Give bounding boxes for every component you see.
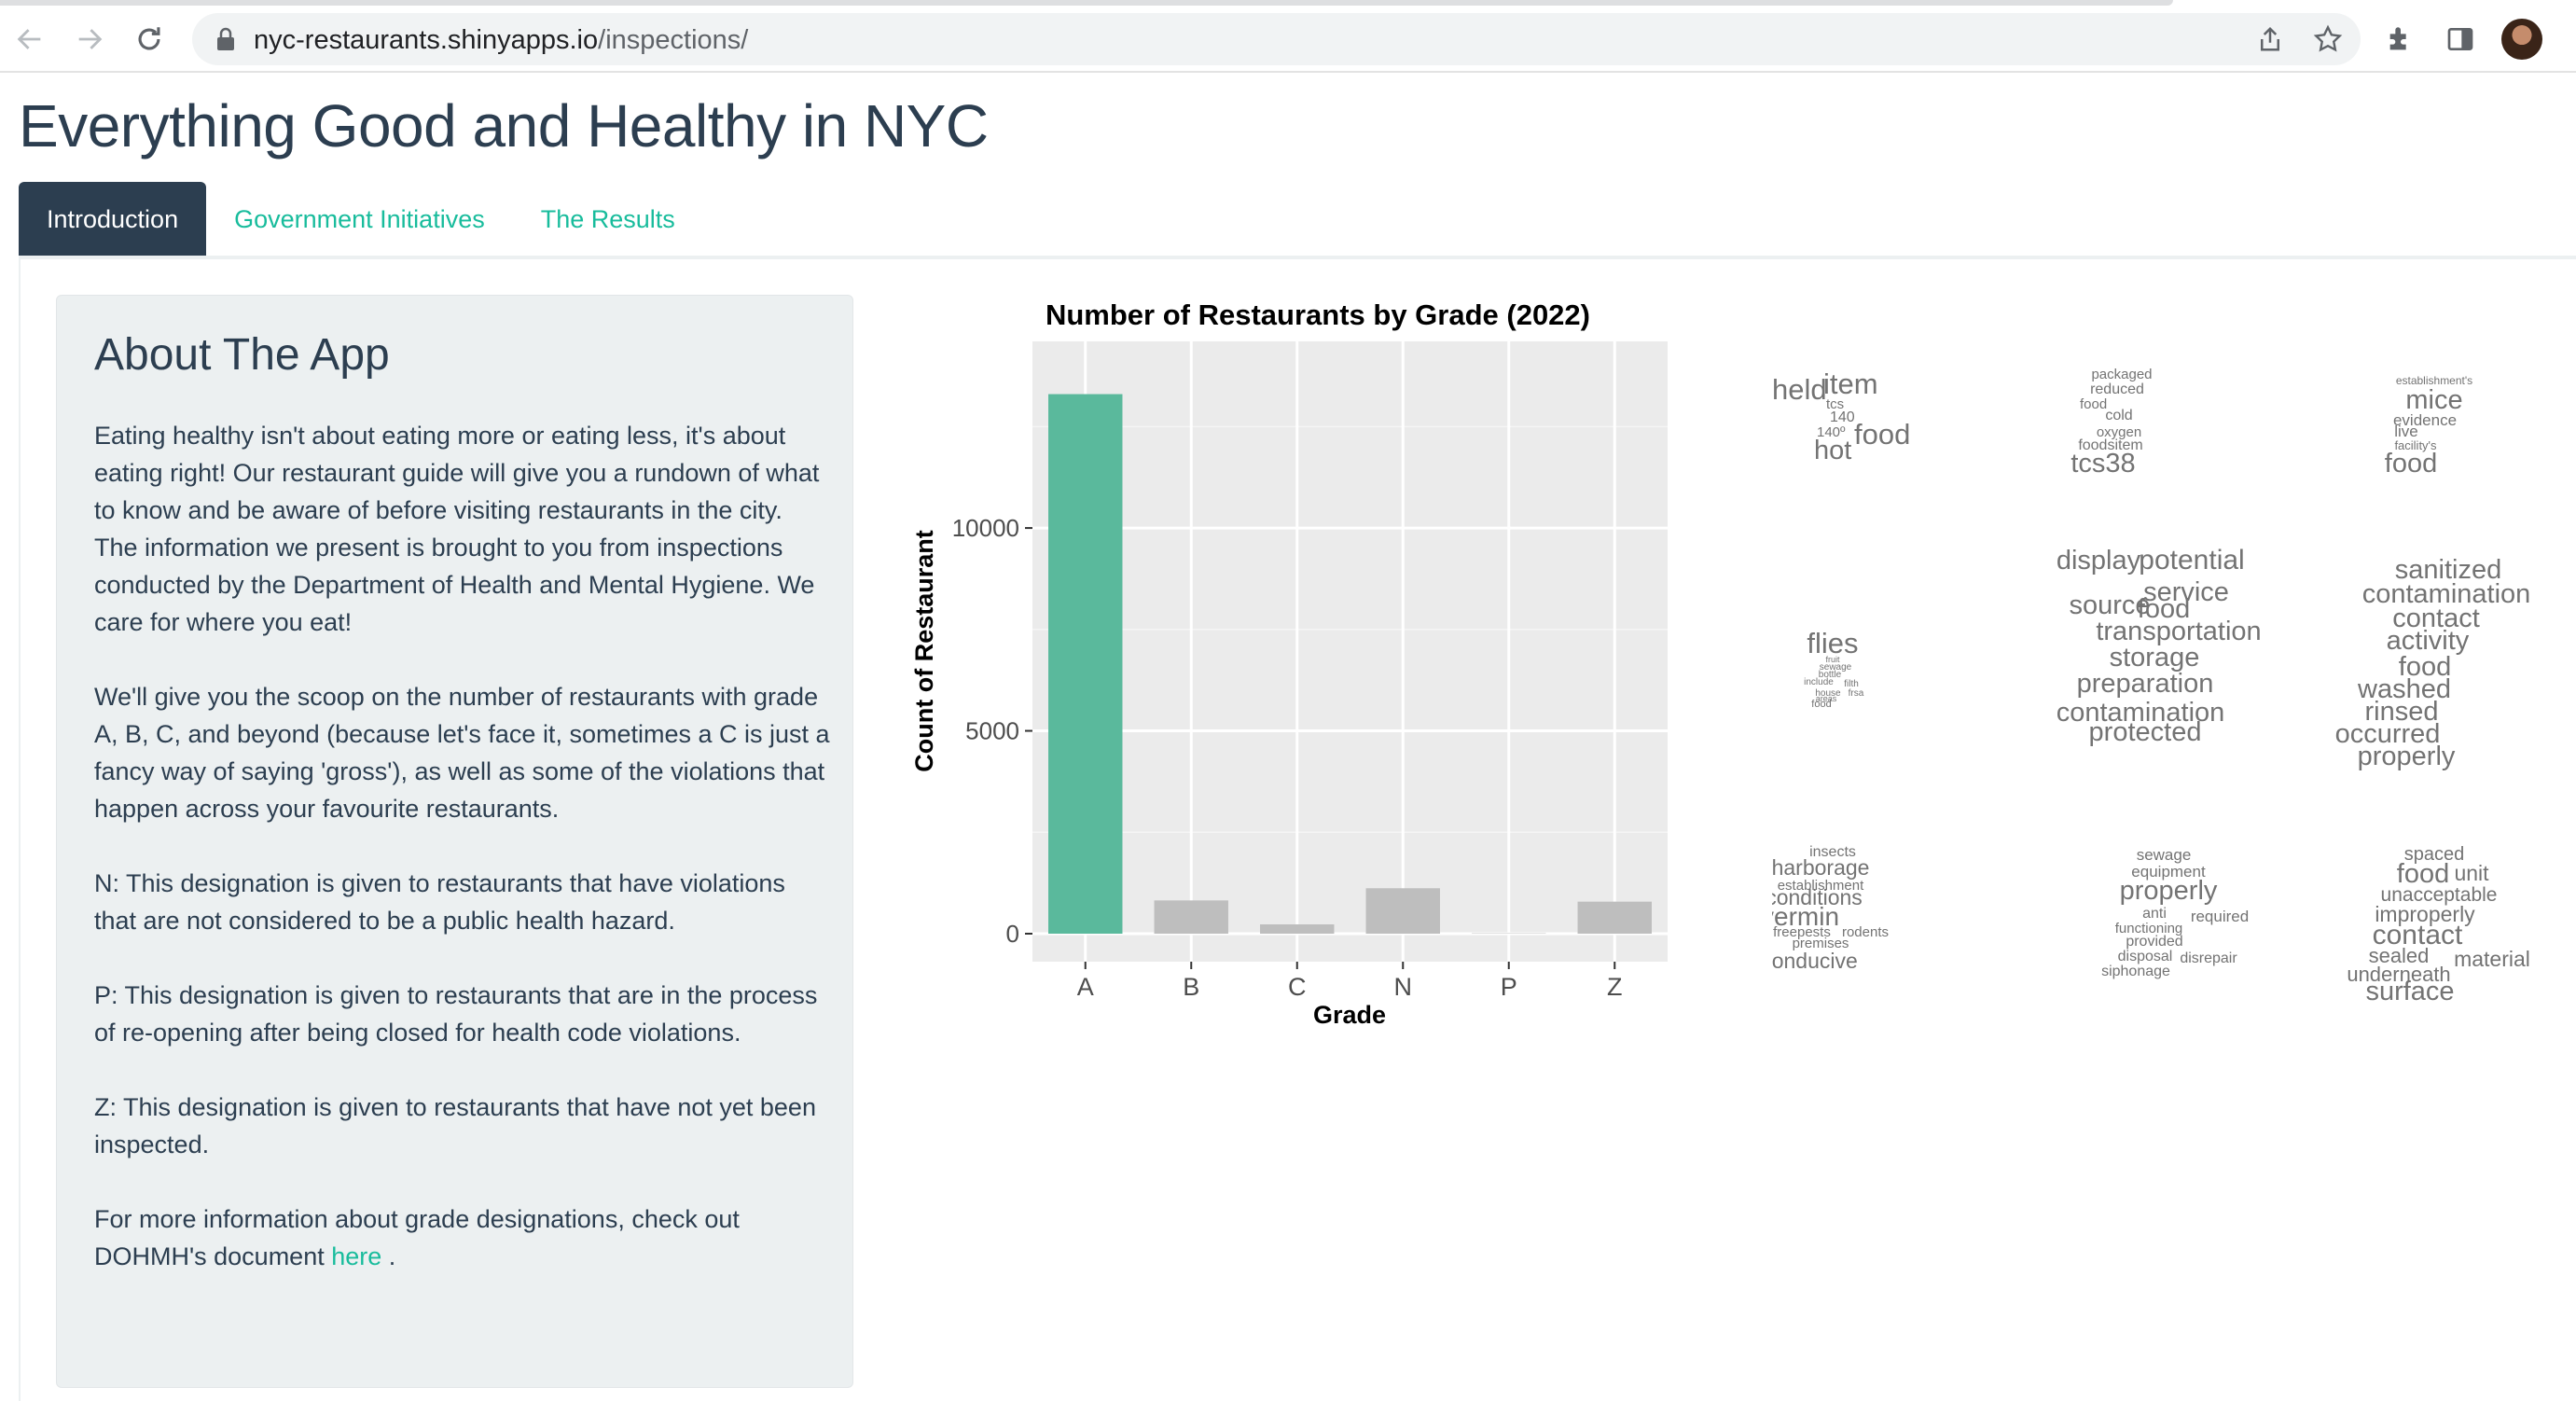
word-cloud-word: reduced — [2090, 381, 2144, 397]
word-cloud-word: potential — [2139, 545, 2244, 576]
y-tick-label: 0 — [1006, 920, 1019, 948]
word-cloud-word: 140 — [1830, 409, 1855, 425]
tab-strip — [0, 0, 2173, 6]
tab-the-results[interactable]: The Results — [513, 182, 703, 257]
reload-icon[interactable] — [127, 17, 172, 62]
url-text[interactable]: nyc-restaurants.shinyapps.io/inspections… — [254, 25, 748, 56]
word-cloud-word: disposal — [2118, 949, 2173, 964]
side-panel-icon[interactable] — [2440, 19, 2481, 60]
about-paragraph-intro: Eating healthy isn't about eating more o… — [94, 422, 820, 636]
word-cloud-word: food — [2080, 396, 2107, 412]
word-cloud-word: held — [1772, 345, 1796, 348]
word-cloud-word: held — [1772, 373, 1827, 406]
bar-n — [1365, 888, 1440, 934]
word-cloud-1: helditemtcs140140º foodhot — [1772, 368, 1910, 465]
bar-c — [1260, 923, 1335, 934]
word-cloud-word: anti — [2142, 906, 2167, 922]
word-cloud-3: establishment'smiceevidencelivefacility'… — [2385, 374, 2472, 479]
profile-avatar[interactable] — [2501, 19, 2542, 60]
bar-b — [1154, 900, 1228, 934]
word-cloud-5: displaypotentialservicesourcefoodtranspo… — [2057, 545, 2262, 747]
word-cloud-word: provided — [2126, 934, 2182, 950]
x-tick-label: P — [1501, 973, 1517, 1001]
chart-x-label: Grade — [1313, 1001, 1386, 1029]
word-cloud-6: sanitizedcontaminationcontactactivityfoo… — [2335, 555, 2531, 771]
page-title: Everything Good and Healthy in NYC — [19, 92, 989, 160]
word-cloud-word: unit — [2454, 861, 2489, 885]
word-cloud-word: item — [1823, 368, 1878, 400]
y-tick-label: 5000 — [965, 717, 1019, 745]
forward-icon[interactable] — [67, 17, 112, 62]
address-bar[interactable]: nyc-restaurants.shinyapps.io/inspections… — [192, 13, 2361, 65]
chart-title: Number of Restaurants by Grade (2022) — [1046, 298, 1590, 331]
about-paragraph-p-grade: P: This designation is given to restaura… — [94, 981, 818, 1047]
more-info-text: For more information about grade designa… — [94, 1205, 740, 1270]
about-paragraph-z-grade: Z: This designation is given to restaura… — [94, 1093, 816, 1158]
word-cloud-8: sewageequipmentproperlyanti requiredfunct… — [2101, 846, 2249, 979]
word-cloud-word: tcs38 — [2070, 449, 2135, 479]
about-title: About The App — [94, 330, 390, 380]
y-tick-label: 10000 — [952, 514, 1019, 542]
word-cloud-word: properly — [2358, 742, 2456, 771]
tab-government-initiatives[interactable]: Government Initiatives — [206, 182, 513, 257]
url-path: /inspections/ — [598, 25, 749, 55]
word-cloud-word: surface — [2365, 977, 2454, 1006]
chart-x-axis: ABCNPZ — [1077, 962, 1623, 1001]
about-paragraph-more-info: For more information about grade designa… — [94, 1200, 831, 1275]
word-cloud-word: harborage — [1772, 855, 1869, 880]
nav-tabs: Introduction Government Initiatives The … — [19, 182, 703, 257]
word-cloud-word: hot — [1814, 436, 1851, 465]
chart-y-label: Count of Restaurant — [910, 530, 938, 772]
word-cloud-word: food — [1854, 418, 1910, 451]
back-icon[interactable] — [7, 17, 52, 62]
x-tick-label: C — [1288, 973, 1307, 1001]
word-cloud-word: cold — [2105, 408, 2132, 423]
chart-plot-panel — [1032, 341, 1668, 962]
word-cloud-word: required — [2191, 908, 2249, 925]
word-cloud-word: siphonage — [2101, 964, 2170, 979]
word-cloud-word: rodents — [1842, 924, 1889, 940]
word-cloud-9: spacedfood unitunacceptableimproperlycont… — [2347, 844, 2530, 1006]
word-cloud-word: include — [1804, 677, 1834, 687]
x-tick-label: B — [1183, 973, 1199, 1001]
more-info-end: . — [381, 1242, 396, 1270]
about-paragraph-scoop: We'll give you the scoop on the number o… — [94, 683, 830, 823]
grade-bar-chart: Number of Restaurants by Grade (2022) 0 5… — [910, 298, 1668, 1029]
x-tick-label: A — [1077, 973, 1094, 1001]
bar-z — [1577, 901, 1652, 934]
violation-word-clouds: helditemtcs140140º foodhot packagedreduced… — [1772, 345, 2531, 1006]
x-tick-label: N — [1394, 973, 1413, 1001]
about-body: Eating healthy isn't about eating more o… — [94, 417, 831, 1312]
about-panel: About The App Eating healthy isn't about… — [56, 295, 853, 1388]
bar-a — [1048, 394, 1123, 934]
word-cloud-word: packaged — [2091, 367, 2152, 382]
word-cloud-word: protected — [2089, 717, 2202, 747]
word-cloud-word: conducive — [1772, 949, 1858, 973]
share-icon[interactable] — [2253, 22, 2287, 56]
dohmh-document-link[interactable]: here — [331, 1242, 381, 1270]
word-cloud-word: properly — [2120, 876, 2218, 906]
lock-icon[interactable] — [215, 26, 237, 57]
x-tick-label: Z — [1607, 973, 1623, 1001]
word-cloud-word: disrepair — [2180, 950, 2237, 966]
word-cloud-word: preparation — [2077, 669, 2214, 699]
bookmark-star-icon[interactable] — [2311, 22, 2345, 56]
tab-introduction[interactable]: Introduction — [19, 182, 207, 257]
word-cloud-4: fliesfruitsewagebottleinclude filthfrsaho… — [1804, 627, 1864, 710]
extensions-icon[interactable] — [2380, 19, 2421, 60]
word-cloud-word: sewage — [2137, 846, 2192, 864]
browser-toolbar: nyc-restaurants.shinyapps.io/inspections… — [0, 0, 2576, 73]
chart-y-axis: 0 5000 10000 — [952, 514, 1032, 948]
about-paragraph-n-grade: N: This designation is given to restaura… — [94, 869, 785, 935]
word-cloud-word: food — [1811, 699, 1831, 710]
word-cloud-word: material — [2454, 947, 2530, 971]
word-cloud-word: food — [2385, 449, 2437, 479]
url-host: nyc-restaurants.shinyapps.io — [254, 25, 599, 55]
word-cloud-word: display — [2057, 546, 2141, 576]
word-cloud-word: frsa — [1849, 688, 1864, 699]
word-cloud-7: insectsharborageestablishmentconditionsv… — [1772, 844, 1889, 973]
